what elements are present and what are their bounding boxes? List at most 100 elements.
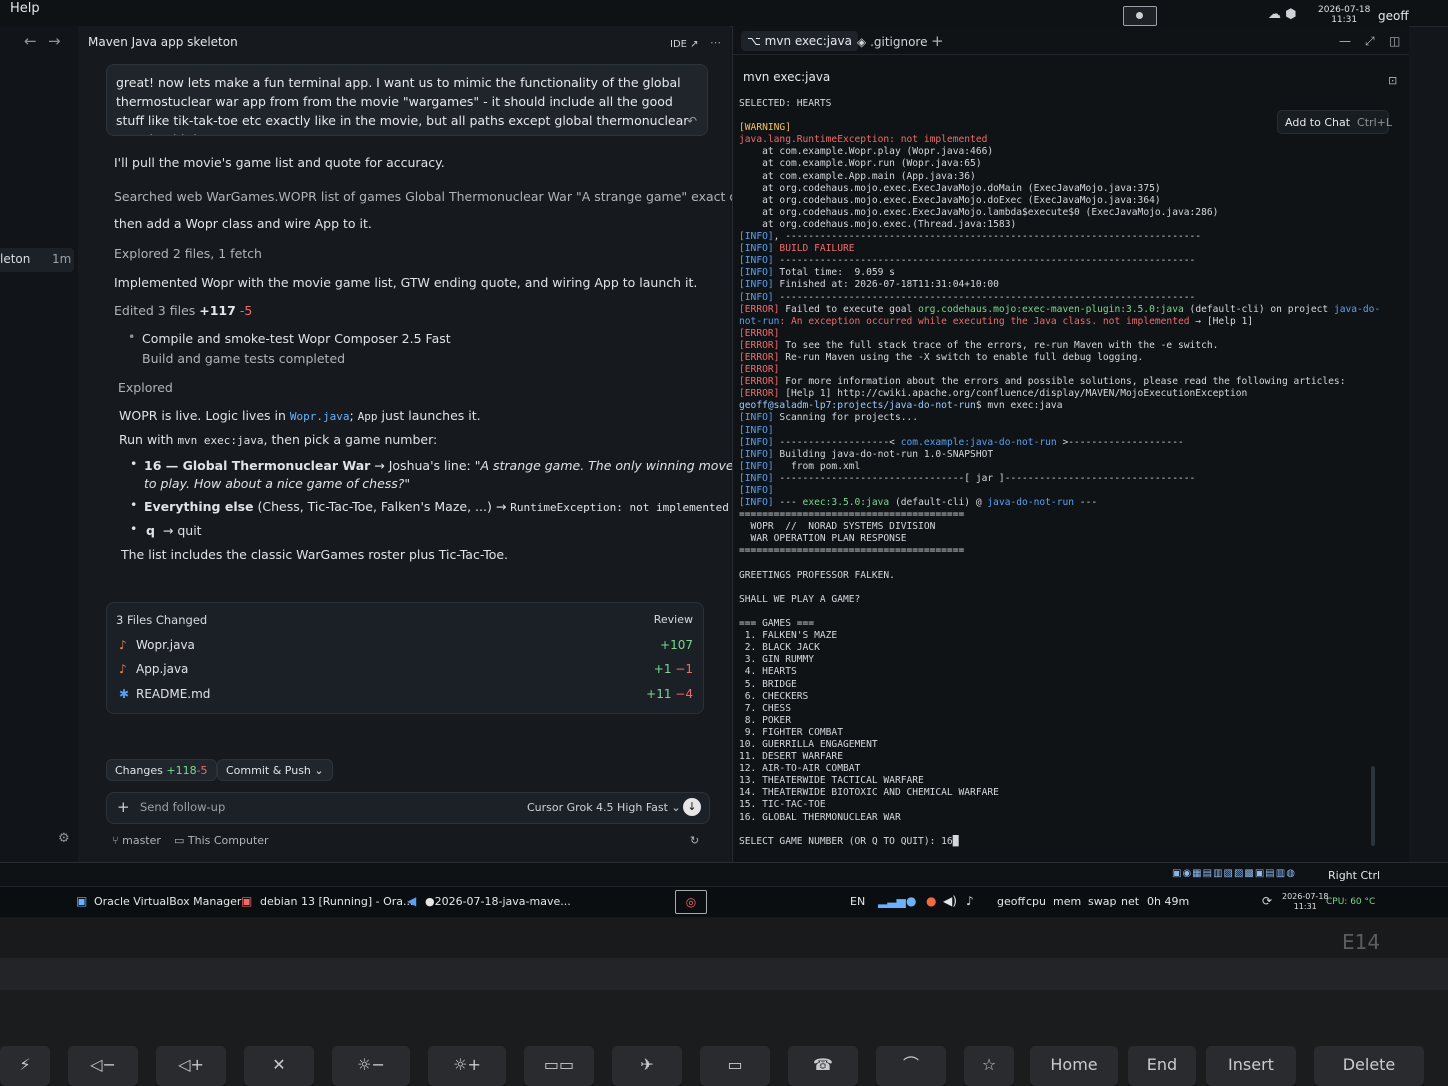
forward-arrow-icon[interactable]: → — [48, 32, 61, 50]
terminal-line: [INFO] -------------------< com.example:… — [739, 437, 1399, 449]
key-screen[interactable]: ▭ — [700, 1046, 770, 1086]
recorder-icon[interactable]: ◎ — [675, 890, 707, 914]
minimize-icon[interactable]: — — [1339, 34, 1351, 48]
terminal-line: [INFO] from pom.xml — [739, 461, 1399, 473]
key-brightness-down[interactable]: ☼− — [332, 1046, 410, 1086]
layout-icon[interactable]: ◫ — [1389, 34, 1400, 48]
refresh-icon[interactable]: ↻ — [690, 834, 699, 847]
new-tab-plus-icon[interactable]: + — [931, 32, 944, 50]
history-item[interactable]: leton 1m — [0, 248, 74, 272]
wopr-file-link[interactable]: Wopr.java — [290, 410, 350, 423]
bullet-gtw-rest: → Joshua's line: — [370, 458, 475, 473]
terminal-output[interactable]: SELECTED: HEARTS [WARNING] java.lang.Runt… — [739, 98, 1399, 848]
taskbar-clock[interactable]: 2026-07-18 11:31 — [1282, 892, 1329, 912]
menu-help[interactable]: Help — [10, 1, 40, 16]
search-step[interactable]: Searched web WarGames.WOPR list of games… — [114, 189, 766, 204]
laptop-bezel: E14 — [0, 918, 1448, 990]
key-insert[interactable]: Insert — [1206, 1046, 1296, 1086]
popout-icon[interactable]: ⤢ — [1365, 34, 1375, 49]
terminal-text: geoff@saladm-lp7:projects/java-do-not-ru… — [739, 400, 976, 412]
followup-composer[interactable]: + Send follow-up Cursor Grok 4.5 High Fa… — [106, 792, 710, 824]
key-star[interactable]: ☆ — [964, 1046, 1014, 1086]
top-clock[interactable]: 2026-07-18 11:31 — [1318, 5, 1370, 25]
bullet-gtw-quote: "A strange game. The only winning move i… — [474, 458, 772, 473]
task-debian-vm[interactable]: debian 13 [Running] - Ora... — [260, 895, 414, 908]
bluetooth-icon[interactable]: ● — [906, 894, 916, 908]
file-row[interactable]: ♪ App.java +1 −1 — [117, 662, 693, 682]
task-virtualbox-manager[interactable]: Oracle VirtualBox Manager — [94, 895, 241, 908]
terminal-title: mvn exec:java — [743, 70, 831, 84]
top-clock-time: 11:31 — [1331, 15, 1358, 25]
shield-icon[interactable]: ● — [926, 894, 936, 908]
commit-push-button[interactable]: Commit & Push ⌄ — [217, 759, 333, 781]
ide-button[interactable]: IDE ↗ — [670, 39, 699, 50]
back-arrow-icon[interactable]: ← — [24, 32, 37, 50]
key-mic-mute[interactable]: ✕ — [244, 1046, 314, 1086]
terminal-scrollbar[interactable] — [1371, 766, 1375, 846]
cpu-temperature: CPU: 60 °C — [1326, 897, 1376, 907]
explored-step[interactable]: Explored — [118, 380, 173, 395]
tab-mvn-exec[interactable]: ⌥ mvn exec:java — [741, 31, 858, 51]
file-stats: +1 −1 — [654, 662, 693, 676]
file-stats: +107 — [660, 638, 693, 652]
monitor-user: geoff — [997, 895, 1026, 908]
tab-gitignore[interactable]: ◈ .gitignore — [857, 35, 927, 49]
screenshot-icon[interactable] — [1123, 6, 1157, 26]
terminal-menu-icon[interactable]: ⊡ — [1388, 74, 1397, 87]
user-prompt-bubble[interactable]: great! now lets make a fun terminal app.… — [106, 64, 708, 136]
edited-removed: -5 — [239, 303, 253, 318]
followup-input[interactable]: Send follow-up — [140, 800, 225, 814]
review-button[interactable]: Review — [654, 613, 693, 626]
file-row[interactable]: ♪ Wopr.java +107 — [117, 638, 693, 658]
monitor-cpu: cpu — [1026, 895, 1047, 908]
vm-status-icons[interactable]: ▣◉▦▤▥▧▨▩▣▤▥◍ — [1172, 868, 1296, 879]
task-title[interactable]: Compile and smoke-test Wopr Composer 2.5… — [142, 331, 451, 346]
plus-icon[interactable]: + — [117, 798, 130, 816]
key-volume-down[interactable]: ◁− — [68, 1046, 138, 1086]
file-row[interactable]: ✱ README.md +11 −4 — [117, 687, 693, 707]
branch-indicator[interactable]: ⑂ master — [112, 834, 161, 847]
file-added: +11 — [646, 687, 672, 701]
explored-step[interactable]: Explored 2 files, 1 fetch — [114, 246, 262, 261]
more-icon[interactable]: ⋯ — [710, 36, 721, 49]
key-display[interactable]: ▭▭ — [524, 1046, 594, 1086]
model-selector[interactable]: Cursor Grok 4.5 High Fast ⌄ — [527, 801, 681, 814]
bullet-else-rest: (Chess, Tic-Tac-Toe, Falken's Maze, ...)… — [253, 499, 511, 514]
send-arrow-icon[interactable]: ↓ — [683, 798, 701, 816]
key-f1[interactable]: ⚡ — [0, 1046, 50, 1086]
terminal-text: -------------------< — [773, 436, 901, 448]
edited-files-step[interactable]: Edited 3 files +117 -5 — [114, 303, 252, 318]
key-home[interactable]: Home — [1030, 1046, 1118, 1086]
location-indicator[interactable]: ▭ This Computer — [174, 834, 269, 847]
undo-icon[interactable]: ↶ — [687, 112, 697, 131]
key-volume-up[interactable]: ◁+ — [156, 1046, 226, 1086]
add-to-chat-button[interactable]: Add to Chat Ctrl+L — [1277, 110, 1392, 134]
key-brightness-up[interactable]: ☼+ — [428, 1046, 506, 1086]
sync-icon[interactable]: ⟳ — [1262, 894, 1272, 908]
chat-title[interactable]: Maven Java app skeleton — [88, 35, 238, 49]
history-item-age: 1m — [52, 252, 72, 266]
gear-icon[interactable]: ⚙ — [58, 831, 70, 846]
wopr-live-line: WOPR is live. Logic lives in Wopr.java; … — [119, 408, 481, 423]
key-link[interactable]: ⌒ — [876, 1046, 946, 1086]
signal-icon[interactable]: ▂▃▅ — [878, 894, 906, 908]
markdown-file-icon: ✱ — [119, 687, 130, 701]
key-end[interactable]: End — [1128, 1046, 1196, 1086]
volume-icon[interactable]: ◀) — [943, 894, 957, 908]
diamond-icon: ◈ — [857, 35, 867, 49]
terminal-text: 2. BLACK JACK — [739, 642, 820, 654]
tray-icons[interactable]: ☁ ⬢ — [1268, 7, 1296, 22]
top-user[interactable]: geoff — [1378, 9, 1409, 23]
changes-button[interactable]: Changes +118-5 — [106, 759, 217, 781]
key-phone[interactable]: ☎ — [788, 1046, 858, 1086]
key-airplane[interactable]: ✈ — [612, 1046, 682, 1086]
user-prompt-text: great! now lets make a fun terminal app.… — [116, 75, 689, 135]
keyboard-layout[interactable]: EN — [850, 895, 865, 908]
bell-icon[interactable]: ♪ — [966, 894, 974, 908]
edited-added: +117 — [199, 303, 236, 318]
terminal-text: java.lang.RuntimeException: not implemen… — [739, 134, 988, 146]
key-delete[interactable]: Delete — [1314, 1046, 1424, 1086]
task-editor[interactable]: ●2026-07-18-java-mave... — [425, 895, 571, 908]
screen: Help ☁ ⬢ 2026-07-18 11:31 geoff ← → leto… — [0, 0, 1448, 918]
